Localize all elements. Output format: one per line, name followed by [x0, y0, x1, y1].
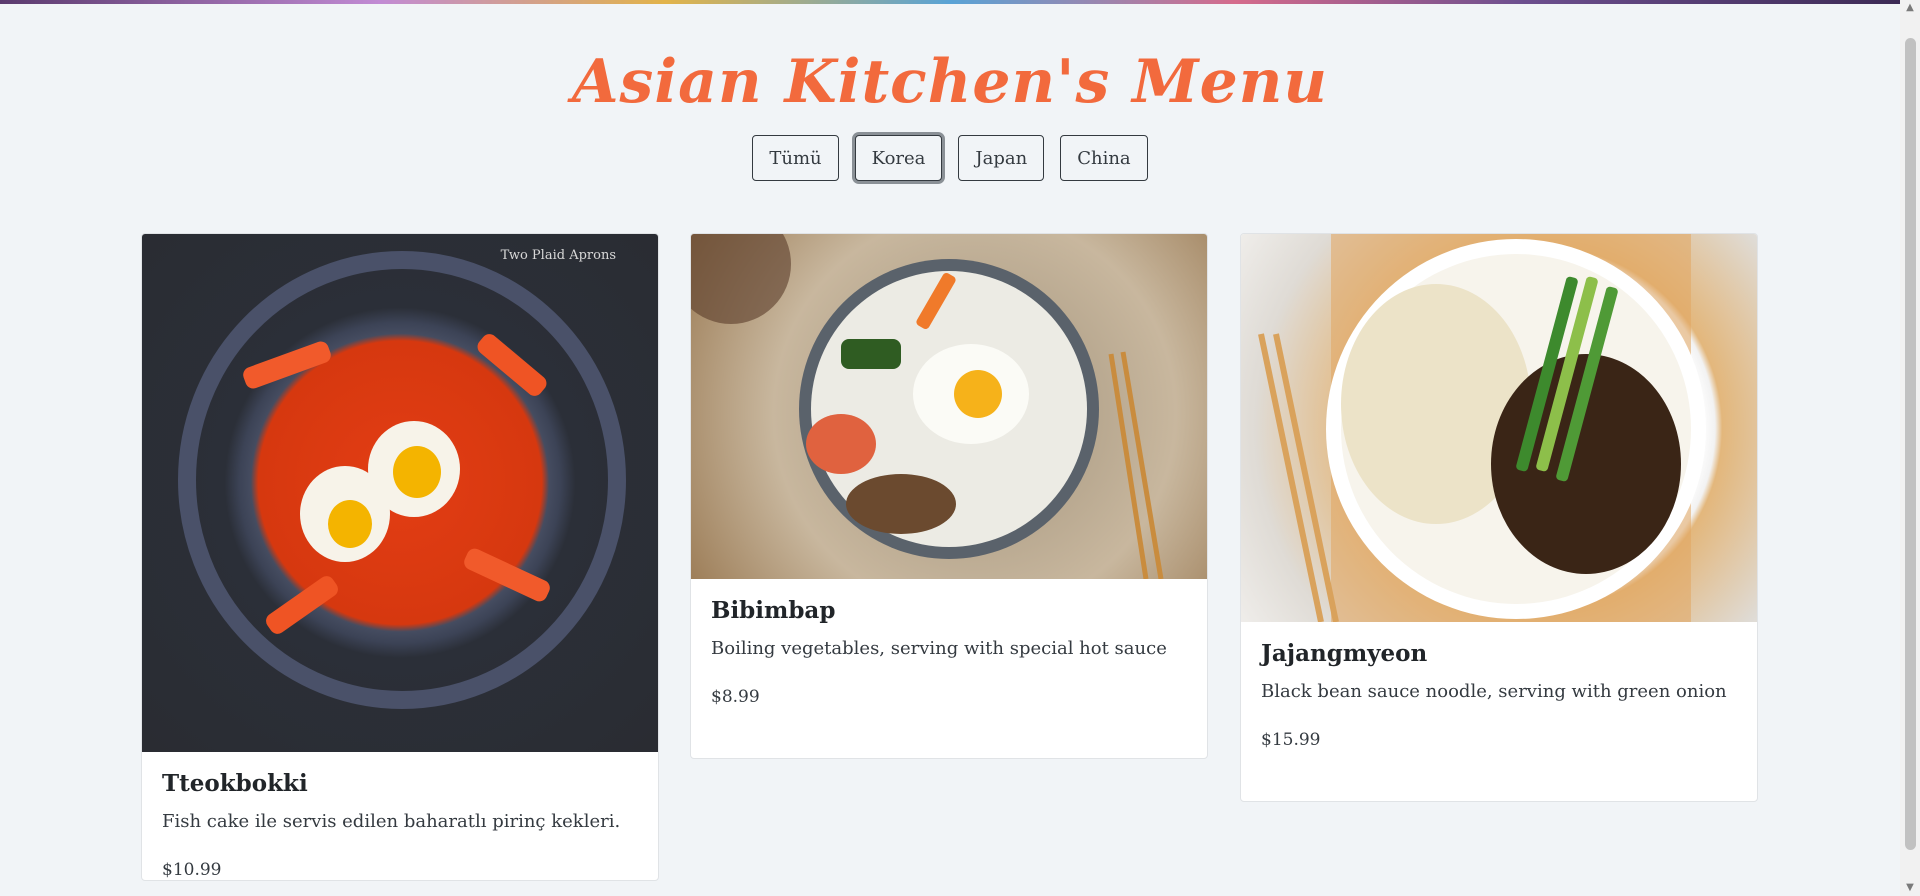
page-title: Asian Kitchen's Menu	[572, 47, 1328, 118]
card-price: $8.99	[711, 687, 760, 707]
card-body: Tteokbokki Fish cake ile servis edilen b…	[142, 752, 658, 880]
menu-card-tteokbokki: Two Plaid Aprons Tteokbokki Fish cake il…	[141, 233, 659, 881]
bibimbap-illustration	[691, 234, 1164, 579]
menu-card-jajangmyeon: Jajangmyeon Black bean sauce noodle, ser…	[1240, 233, 1758, 802]
tteokbokki-image: Two Plaid Aprons	[142, 234, 658, 752]
jajangmyeon-illustration	[1258, 234, 1706, 622]
filter-japan-button[interactable]: Japan	[958, 135, 1045, 181]
card-body: Jajangmyeon Black bean sauce noodle, ser…	[1241, 622, 1757, 750]
filter-china-button[interactable]: China	[1060, 135, 1148, 181]
filter-all-button[interactable]: Tümü	[752, 135, 839, 181]
card-description: Boiling vegetables, serving with special…	[711, 638, 1167, 659]
card-price: $10.99	[162, 860, 222, 880]
image-watermark: Two Plaid Aprons	[500, 248, 616, 263]
header-banner-strip	[0, 0, 1900, 4]
card-body: Bibimbap Boiling vegetables, serving wit…	[691, 579, 1207, 707]
bibimbap-image	[691, 234, 1207, 579]
card-description: Black bean sauce noodle, serving with gr…	[1261, 681, 1727, 702]
card-title: Jajangmyeon	[1261, 640, 1428, 667]
card-description: Fish cake ile servis edilen baharatlı pi…	[162, 811, 621, 832]
tteokbokki-illustration	[178, 251, 626, 709]
card-price: $15.99	[1261, 730, 1321, 750]
category-filter-bar: Tümü Korea Japan China	[0, 135, 1900, 181]
scrollbar-thumb[interactable]	[1905, 38, 1916, 850]
filter-korea-button[interactable]: Korea	[854, 135, 943, 181]
menu-card-bibimbap: Bibimbap Boiling vegetables, serving wit…	[690, 233, 1208, 759]
card-title: Bibimbap	[711, 597, 836, 624]
triangle-up-icon[interactable]: ▲	[1900, 0, 1920, 16]
triangle-down-icon[interactable]: ▼	[1900, 880, 1920, 896]
vertical-scrollbar[interactable]: ▲ ▼	[1900, 0, 1920, 896]
card-title: Tteokbokki	[162, 770, 308, 797]
jajangmyeon-image	[1241, 234, 1757, 622]
